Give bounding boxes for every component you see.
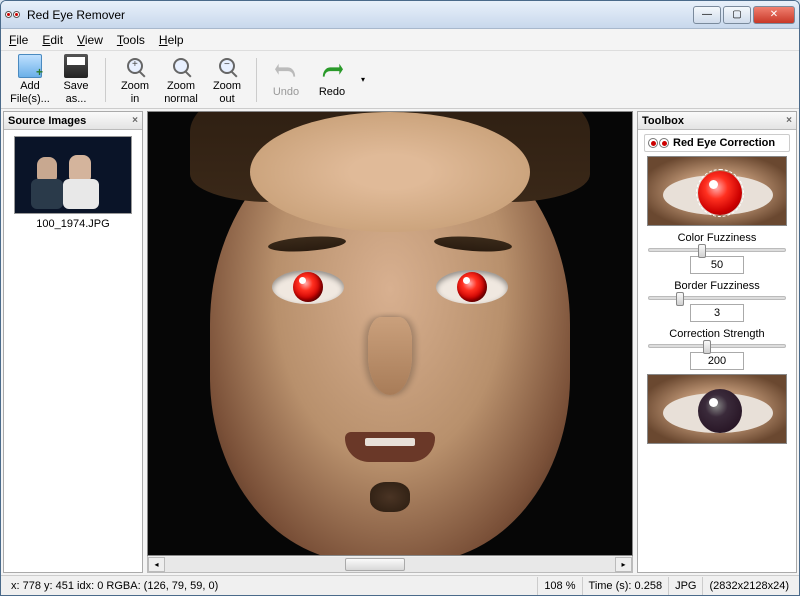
undo-icon [274, 60, 298, 84]
correction-strength-input[interactable]: 200 [690, 352, 744, 370]
before-preview[interactable] [647, 156, 787, 226]
red-eye-icon [648, 138, 669, 148]
redo-icon [320, 60, 344, 84]
toolbar-overflow[interactable]: ▾ [361, 75, 365, 84]
toolbox-panel: Toolbox × Red Eye Correction Color Fuzzi… [637, 111, 797, 573]
add-files-button[interactable]: Add File(s)... [7, 53, 53, 107]
titlebar[interactable]: Red Eye Remover — ▢ ✕ [1, 1, 799, 29]
image-canvas[interactable] [147, 111, 633, 556]
canvas-area: ◂ ▸ [147, 111, 633, 573]
add-icon [18, 54, 42, 78]
color-fuzziness-slider[interactable] [648, 248, 786, 252]
toolbar: Add File(s)... Save as... Zoom in Zoom n… [1, 51, 799, 109]
menu-file[interactable]: File [9, 33, 28, 47]
zoom-in-button[interactable]: Zoom in [112, 53, 158, 107]
after-preview[interactable] [647, 374, 787, 444]
close-panel-icon[interactable]: × [132, 115, 138, 126]
border-fuzziness-input[interactable]: 3 [690, 304, 744, 322]
color-fuzziness-input[interactable]: 50 [690, 256, 744, 274]
border-fuzziness-group: Border Fuzziness 3 [644, 280, 790, 322]
source-images-header[interactable]: Source Images × [4, 112, 142, 130]
menu-help[interactable]: Help [159, 33, 184, 47]
scroll-thumb[interactable] [345, 558, 405, 571]
zoom-out-button[interactable]: Zoom out [204, 53, 250, 107]
source-thumbnail[interactable] [14, 136, 132, 214]
horizontal-scrollbar[interactable]: ◂ ▸ [147, 556, 633, 573]
minimize-button[interactable]: — [693, 6, 721, 24]
cursor-info: x: 778 y: 451 idx: 0 RGBA: (126, 79, 59,… [5, 577, 224, 595]
toolbar-separator [256, 58, 257, 102]
zoom-normal-icon [173, 58, 189, 74]
thumbnail-label: 100_1974.JPG [10, 218, 136, 230]
image-dimensions: (2832x2128x24) [702, 577, 795, 595]
scroll-right-arrow[interactable]: ▸ [615, 557, 632, 572]
app-window: Red Eye Remover — ▢ ✕ File Edit View Too… [0, 0, 800, 596]
redo-button[interactable]: Redo [309, 53, 355, 107]
zoom-in-icon [127, 58, 143, 74]
correction-strength-label: Correction Strength [644, 328, 790, 340]
toolbox-header[interactable]: Toolbox × [638, 112, 796, 130]
processing-time: Time (s): 0.258 [582, 577, 669, 595]
color-fuzziness-group: Color Fuzziness 50 [644, 232, 790, 274]
close-panel-icon[interactable]: × [786, 115, 792, 126]
statusbar: x: 778 y: 451 idx: 0 RGBA: (126, 79, 59,… [1, 575, 799, 595]
zoom-level: 108 % [537, 577, 581, 595]
toolbar-separator [105, 58, 106, 102]
source-images-title: Source Images [8, 115, 86, 127]
source-images-panel: Source Images × 100_1974.JPG [3, 111, 143, 573]
border-fuzziness-slider[interactable] [648, 296, 786, 300]
tool-name-label: Red Eye Correction [673, 137, 775, 149]
maximize-button[interactable]: ▢ [723, 6, 751, 24]
menubar: File Edit View Tools Help [1, 29, 799, 51]
undo-button[interactable]: Undo [263, 53, 309, 107]
menu-view[interactable]: View [77, 33, 103, 47]
window-title: Red Eye Remover [27, 8, 691, 22]
correction-strength-slider[interactable] [648, 344, 786, 348]
border-fuzziness-label: Border Fuzziness [644, 280, 790, 292]
content-area: Source Images × 100_1974.JPG [1, 109, 799, 575]
zoom-out-icon [219, 58, 235, 74]
menu-edit[interactable]: Edit [42, 33, 63, 47]
toolbox-title: Toolbox [642, 115, 684, 127]
save-as-button[interactable]: Save as... [53, 53, 99, 107]
tool-selector[interactable]: Red Eye Correction [644, 134, 790, 152]
close-button[interactable]: ✕ [753, 6, 795, 24]
file-format: JPG [668, 577, 702, 595]
save-icon [64, 54, 88, 78]
scroll-left-arrow[interactable]: ◂ [148, 557, 165, 572]
menu-tools[interactable]: Tools [117, 33, 145, 47]
color-fuzziness-label: Color Fuzziness [644, 232, 790, 244]
app-icon [5, 7, 21, 23]
zoom-normal-button[interactable]: Zoom normal [158, 53, 204, 107]
correction-strength-group: Correction Strength 200 [644, 328, 790, 370]
